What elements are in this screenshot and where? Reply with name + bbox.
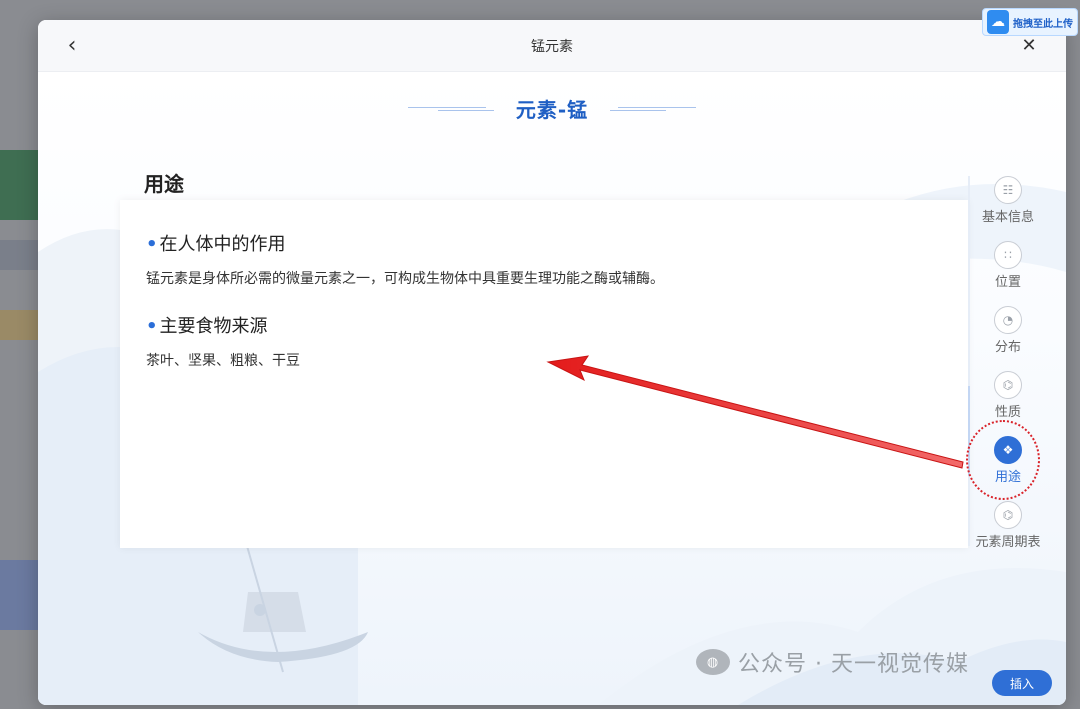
element-title: 元素-锰 <box>515 97 589 122</box>
subsection-heading: • 主要食物来源 <box>146 316 268 337</box>
wechat-icon: ◍ <box>696 649 730 675</box>
section-heading: 用途 <box>144 172 184 196</box>
bullet-dot-icon: • <box>146 234 158 255</box>
dialog-title: 锰元素 <box>531 39 573 55</box>
nav-item-distribution[interactable]: ◔ 分布 <box>968 306 1048 366</box>
decorative-line <box>606 101 697 115</box>
subsection-heading: • 在人体中的作用 <box>146 234 286 255</box>
element-title-row: 元素-锰 <box>38 92 1066 124</box>
info-list-icon: ☷ <box>994 176 1022 204</box>
usage-icon: ❖ <box>994 436 1022 464</box>
subsection-text: 锰元素是身体所必需的微量元素之一，可构成生物体中具重要生理功能之酶或辅酶。 <box>146 271 664 287</box>
background-item <box>0 560 38 630</box>
nav-item-position[interactable]: ∷ 位置 <box>968 241 1048 301</box>
watermark: ◍ 公众号 · 天一视觉传媒 <box>696 646 969 678</box>
nav-item-usage[interactable]: ❖ 用途 <box>968 436 1048 496</box>
nav-item-basic-info[interactable]: ☷ 基本信息 <box>968 176 1048 236</box>
cloud-upload-icon: ☁ <box>987 10 1009 34</box>
subsection-text: 茶叶、坚果、粗粮、干豆 <box>146 353 300 369</box>
close-icon: ✕ <box>1021 35 1037 56</box>
nav-item-periodic-table[interactable]: ⌬ 元素周期表 <box>968 501 1048 561</box>
background-item <box>0 310 38 340</box>
background-item <box>0 240 38 270</box>
nav-item-properties[interactable]: ⌬ 性质 <box>968 371 1048 431</box>
periodic-table-icon: ⌬ <box>994 501 1022 529</box>
watermark-text: 公众号 · 天一视觉传媒 <box>738 652 969 677</box>
bullet-dot-icon: • <box>146 316 158 337</box>
drag-upload-label: 拖拽至此上传 <box>1013 18 1073 30</box>
element-detail-dialog: ‹ 锰元素 ✕ 元素-锰 用途 • 在人体中的作用 锰元素是身体所必需的微量元素之… <box>38 20 1066 705</box>
insert-button[interactable]: 插入 <box>992 670 1052 696</box>
usage-content-card: • 在人体中的作用 锰元素是身体所必需的微量元素之一，可构成生物体中具重要生理功能… <box>120 200 968 548</box>
dialog-header: ‹ 锰元素 ✕ <box>38 20 1066 72</box>
molecule-icon: ⌬ <box>994 371 1022 399</box>
background-thumbnail <box>0 150 38 220</box>
grid-circles-icon: ∷ <box>994 241 1022 269</box>
side-navigation: ☷ 基本信息 ∷ 位置 ◔ 分布 ⌬ 性质 ❖ 用途 ⌬ 元素周期表 <box>968 176 1048 556</box>
drag-upload-chip[interactable]: ☁ 拖拽至此上传 <box>982 8 1078 36</box>
decorative-line <box>407 101 498 115</box>
close-button[interactable]: ✕ <box>1018 34 1040 58</box>
pie-chart-icon: ◔ <box>994 306 1022 334</box>
dialog-body: 元素-锰 用途 • 在人体中的作用 锰元素是身体所必需的微量元素之一，可构成生物体… <box>38 72 1066 705</box>
